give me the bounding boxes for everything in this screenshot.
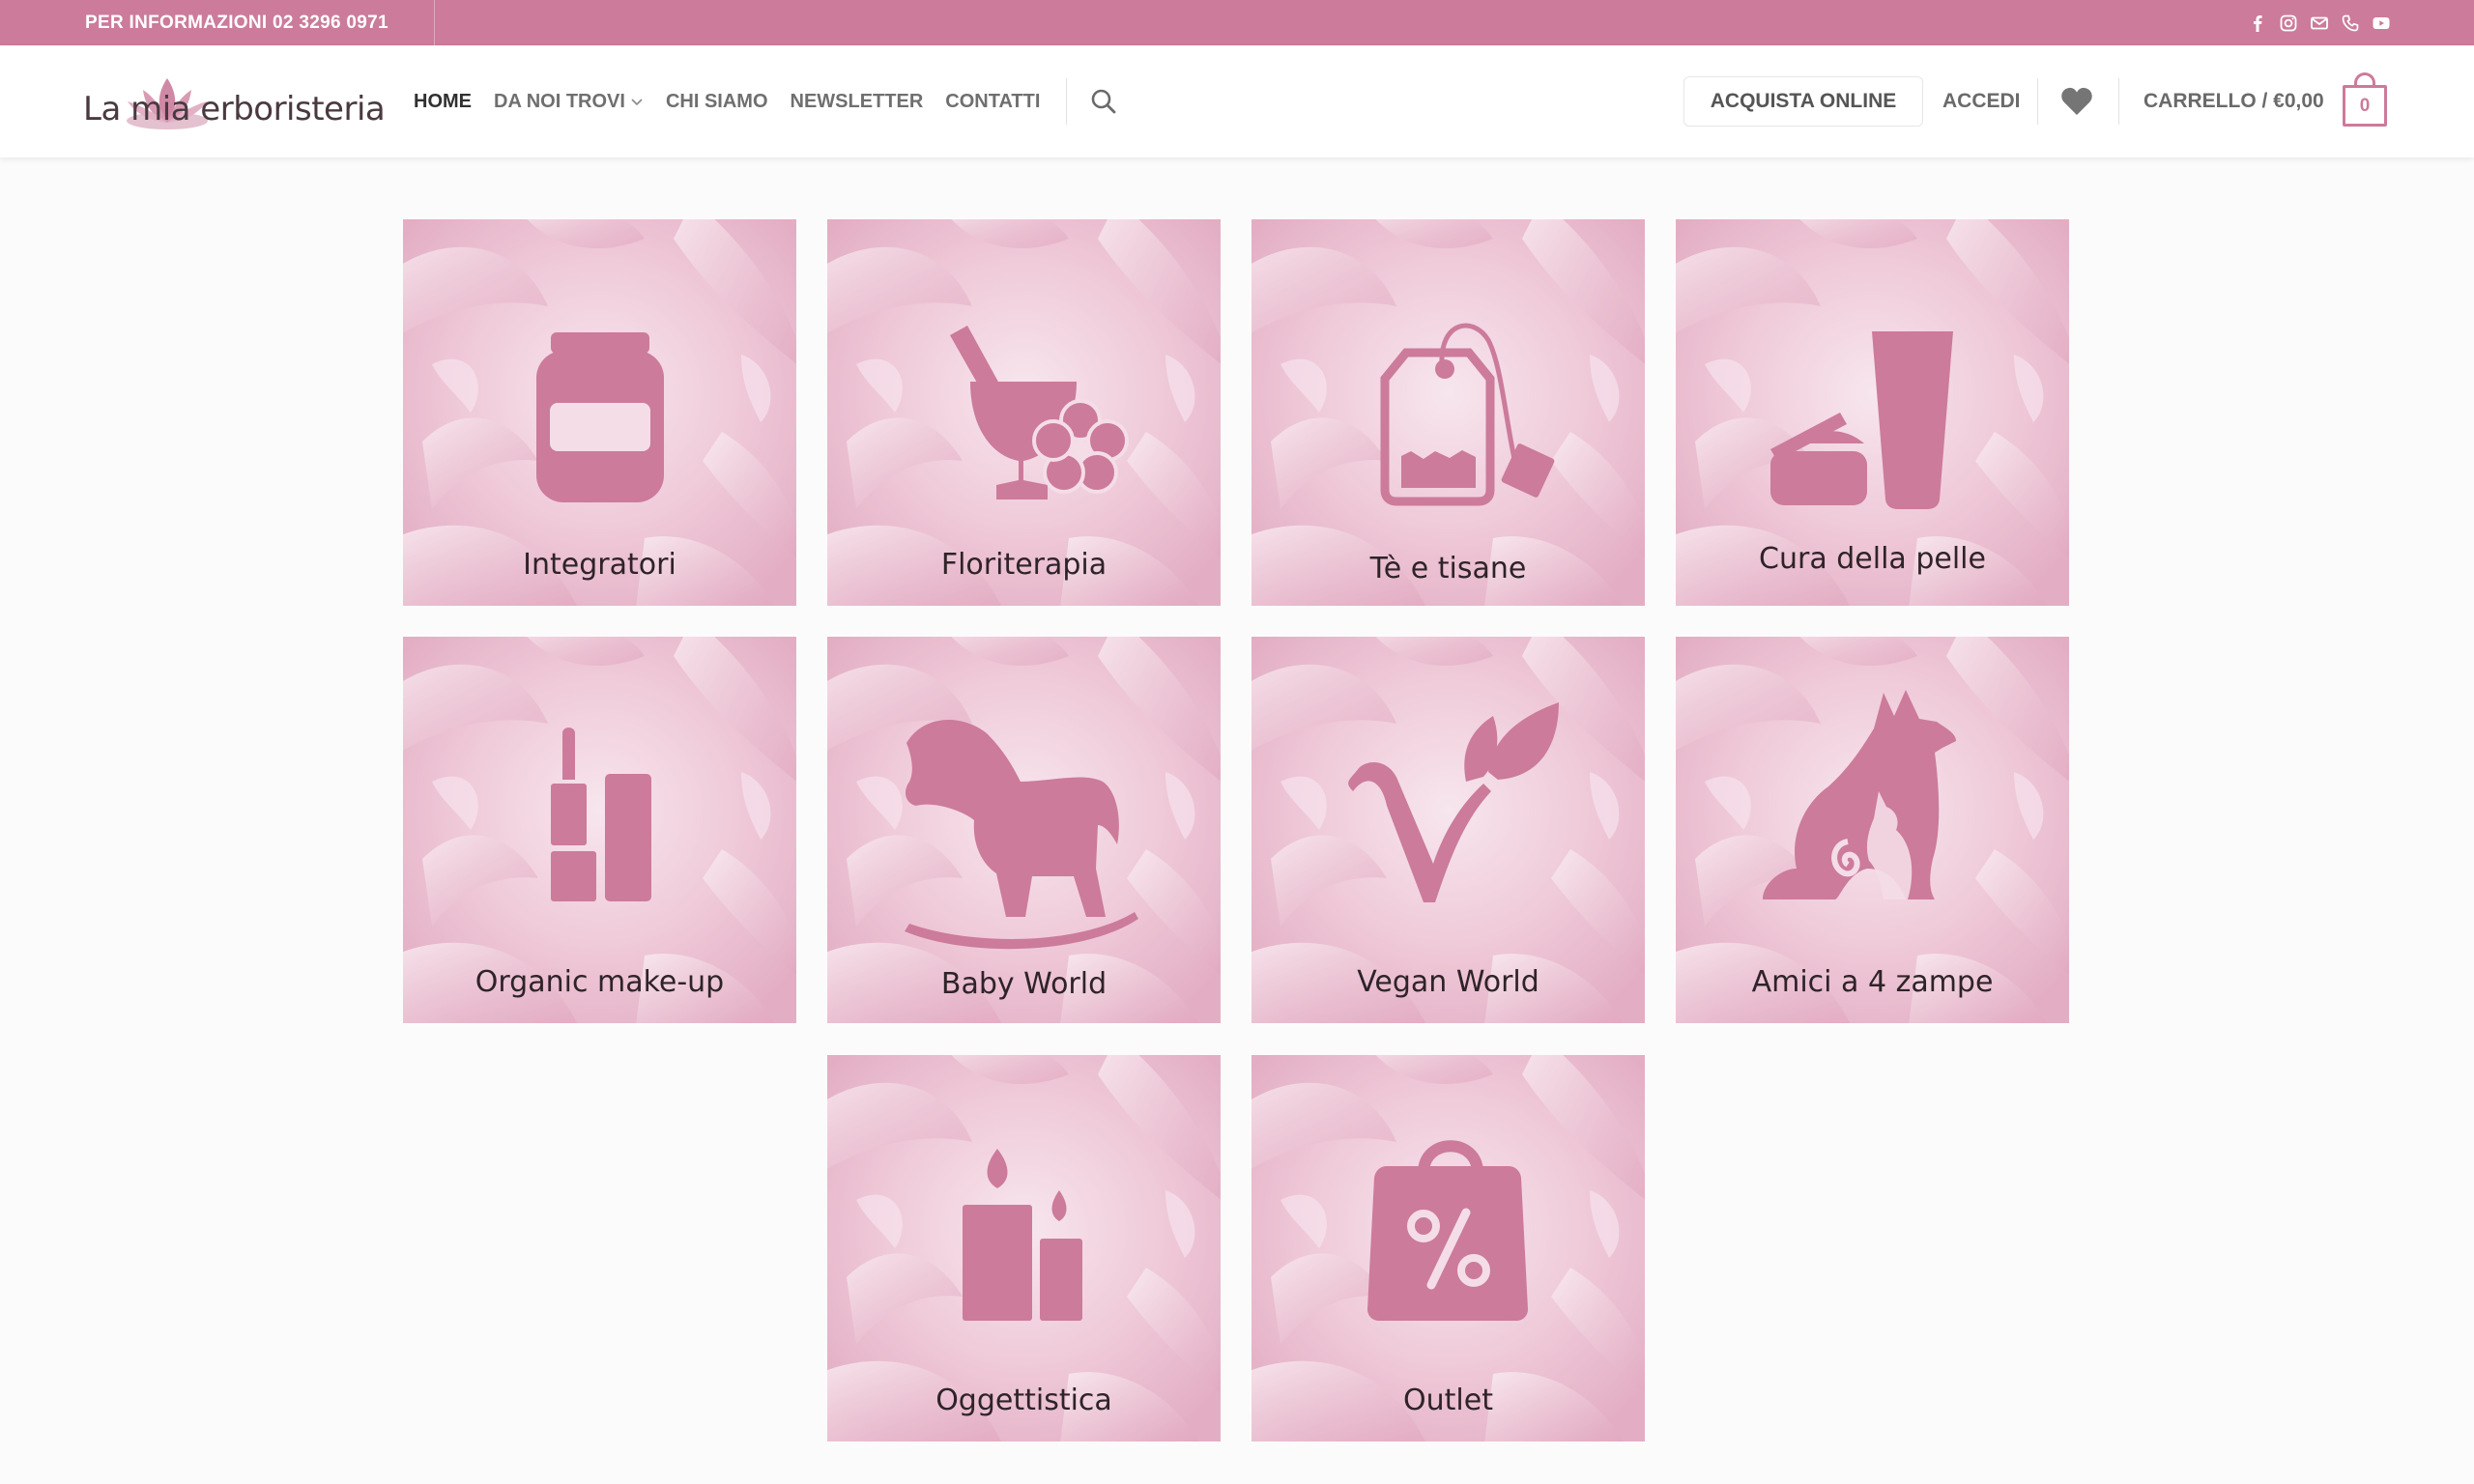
category-tile-organic-make-up[interactable]: Organic make-up [403,637,796,1023]
main-navigation: HOME DA NOI TROVI CHI SIAMO NEWSLETTER C… [414,45,1118,157]
phone-icon[interactable] [2341,14,2360,33]
category-label: Vegan World [1357,965,1539,999]
rocking-horse-icon [905,720,1138,950]
category-tile-baby-world[interactable]: Baby World [827,637,1221,1023]
category-tile-vegan-world[interactable]: Vegan World [1251,637,1645,1023]
nav-contatti-label: CONTATTI [945,90,1041,112]
nav-chi-siamo-label: CHI SIAMO [665,90,768,112]
chevron-down-icon [631,99,643,106]
logo-text: La mia erboristeria [83,90,386,128]
category-tile-oggettistica[interactable]: Oggettistica [827,1055,1221,1441]
nav-contatti[interactable]: CONTATTI [945,91,1040,113]
nav-newsletter-label: NEWSLETTER [790,90,924,112]
category-tile-amici-a-4-zampe[interactable]: Amici a 4 zampe [1676,637,2069,1023]
nav-divider [1066,78,1068,125]
nav-chi-siamo[interactable]: CHI SIAMO [666,91,768,113]
instagram-icon[interactable] [2279,14,2298,33]
contact-info-text: PER INFORMAZIONI 02 3296 0971 [85,13,388,33]
nav-da-noi-trovi-label: DA NOI TROVI [494,90,625,112]
facebook-icon[interactable] [2248,14,2267,33]
topbar-divider [434,0,435,45]
category-label: Integratori [523,548,676,582]
top-info-bar: PER INFORMAZIONI 02 3296 0971 [0,0,2474,45]
nav-newsletter[interactable]: NEWSLETTER [791,91,924,113]
header-divider-2 [2118,78,2119,125]
youtube-icon[interactable] [2372,14,2391,33]
nav-da-noi-trovi[interactable]: DA NOI TROVI [494,91,644,113]
category-label: Cura della pelle [1759,542,1986,576]
search-icon[interactable] [1089,87,1118,116]
main-header: La mia erboristeria HOME DA NOI TROVI CH… [0,45,2474,157]
category-label: Baby World [940,967,1108,1001]
nav-home-label: HOME [414,90,472,112]
wishlist-heart-icon[interactable] [2060,86,2093,117]
header-divider [2037,78,2038,125]
category-label: Amici a 4 zampe [1751,965,1994,999]
buy-online-button[interactable]: ACQUISTA ONLINE [1683,76,1923,127]
category-tile-floriterapia[interactable]: Floriterapia [827,219,1221,606]
site-logo[interactable]: La mia erboristeria [83,65,386,134]
tea-bag-icon [1380,323,1555,506]
category-label: Tè e tisane [1369,552,1527,585]
cart-link[interactable]: CARRELLO / €0,00 [2143,45,2324,157]
category-label: Outlet [1403,1384,1493,1417]
category-tile-integratori[interactable]: Integratori [403,219,796,606]
social-links [2248,0,2391,45]
email-icon[interactable] [2310,14,2329,33]
category-tile-cura-della-pelle[interactable]: Cura della pelle [1676,219,2069,606]
category-label: Organic make-up [475,965,725,999]
login-link[interactable]: ACCEDI [1942,45,2021,157]
category-label: Floriterapia [940,548,1108,582]
category-tile-outlet[interactable]: Outlet [1251,1055,1645,1441]
category-tile-te-e-tisane[interactable]: Tè e tisane [1251,219,1645,606]
category-label: Oggettistica [935,1384,1112,1417]
cart-count: 0 [2343,85,2387,127]
nav-home[interactable]: HOME [414,91,472,113]
cart-bag-icon[interactable]: 0 [2343,72,2387,127]
